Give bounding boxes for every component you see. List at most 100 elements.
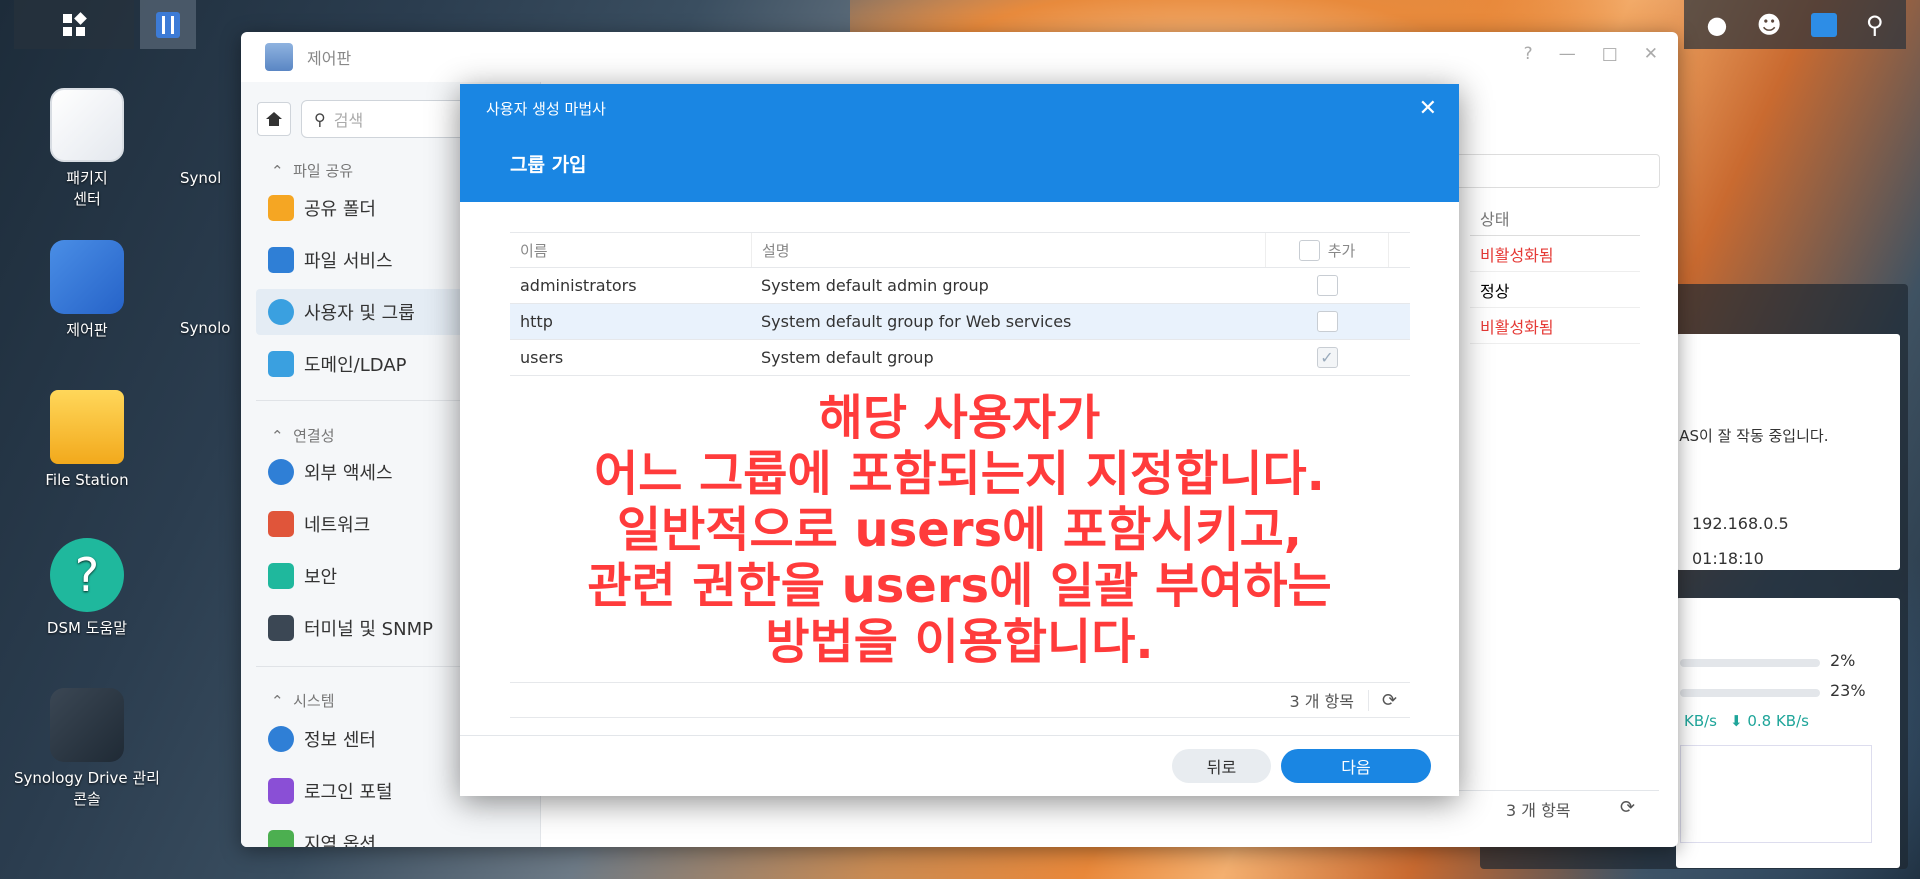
back-button[interactable]: 뒤로 [1172,749,1271,783]
annotation-line: 관련 권한을 users에 일괄 부여하는 [587,558,1332,614]
section-header-connectivity[interactable]: ⌃ 연결성 [271,425,335,446]
table-row[interactable]: administrators System default admin grou… [510,268,1410,304]
checkmark-icon: ✓ [1320,348,1334,367]
sidebar-item-label: 터미널 및 SNMP [304,619,433,640]
minimize-icon[interactable]: — [1559,44,1576,64]
help-icon[interactable]: ? [1524,44,1533,64]
synology-drive-icon [50,688,124,762]
desktop-icon-partial[interactable]: Synolo [180,318,240,339]
wizard-title: 그룹 가입 [510,154,587,176]
annotation-line: 방법을 이용합니다. [765,614,1154,670]
column-header-description[interactable]: 설명 [751,233,1265,267]
section-header-system[interactable]: ⌃ 시스템 [271,690,335,711]
group-description: System default admin group [761,276,989,295]
desktop-icon-file-station[interactable]: File Station [12,390,162,491]
upload-speed: KB/s [1684,712,1717,730]
home-button[interactable] [257,102,291,136]
column-header-label: 상태 [1480,209,1510,229]
file-services-icon [268,247,294,273]
maximize-icon[interactable]: □ [1602,44,1618,64]
window-titlebar[interactable]: 제어판 [241,32,1678,82]
section-header-file-sharing[interactable]: ⌃ 파일 공유 [271,160,353,181]
widget-icon[interactable] [1810,12,1837,37]
network-icon [268,511,294,537]
add-checkbox[interactable] [1316,275,1338,296]
table-row[interactable]: users System default group ✓ [510,340,1410,376]
desktop-icon-package-center[interactable]: 패키지 센터 [12,88,162,210]
column-header-add[interactable]: 추가 [1265,233,1389,267]
control-panel-icon [265,43,293,71]
chat-icon[interactable]: ● [1707,11,1728,39]
desktop-icon-synology-drive[interactable]: Synology Drive 관리 콘솔 [12,688,162,810]
help-icon: ? [50,538,124,612]
desktop-icon-label: DSM 도움말 [46,619,128,637]
add-checkbox[interactable] [1316,311,1338,332]
main-menu-button[interactable] [14,0,134,49]
table-search-input[interactable] [1455,154,1660,188]
close-icon[interactable]: ✕ [1644,44,1658,64]
info-icon [268,726,294,752]
desktop-icon-dsm-help[interactable]: ? DSM 도움말 [12,538,162,639]
column-header-status[interactable]: 상태 [1470,200,1640,236]
group-description: System default group for Web services [761,312,1072,331]
desktop-icon-label: Synolo [180,319,231,337]
annotation-overlay: 해당 사용자가 어느 그룹에 포함되는지 지정합니다. 일반적으로 users에… [460,390,1459,670]
download-speed: ⬇ 0.8 KB/s [1730,712,1809,730]
health-status-text: NAS이 잘 작동 중입니다. [1668,427,1829,445]
health-card [1676,334,1900,570]
folder-icon [268,195,294,221]
desktop-icon-label: 패키지 센터 [66,169,108,208]
item-count: 3 개 항목 [1289,692,1354,711]
status-text: 비활성화됨 [1480,317,1554,337]
table-header: 이름 설명 추가 [510,232,1410,268]
sidebar-item-label: 도메인/LDAP [304,355,407,376]
annotation-line: 일반적으로 users에 포함시키고, [617,502,1302,558]
ram-value: 23% [1830,681,1866,700]
users-icon [268,299,294,325]
package-center-icon [50,88,124,162]
desktop-icon-label: File Station [45,471,129,489]
table-footer: 3 개 항목 ⟳ [510,682,1410,718]
desktop-icon-label: Synol [180,169,222,187]
wizard-header: 사용자 생성 마법사 그룹 가입 ✕ [460,84,1459,202]
ram-bar [1680,689,1820,697]
uptime: 01:18:10 [1692,549,1764,568]
desktop-icon-partial[interactable]: Synol [180,168,240,189]
user-icon[interactable]: ☻ [1757,11,1782,39]
table-row[interactable]: http System default group for Web servic… [510,304,1410,340]
group-description: System default group [761,348,934,367]
status-cell: 비활성화됨 [1470,308,1640,344]
taskbar-control-panel-button[interactable] [140,0,196,49]
refresh-icon[interactable]: ⟳ [1620,797,1635,818]
search-placeholder: 검색 [333,111,364,130]
item-count: 3 개 항목 [1506,801,1571,820]
status-text: 비활성화됨 [1480,245,1554,265]
wizard-subtitle: 사용자 생성 마법사 [486,100,606,118]
login-portal-icon [268,778,294,804]
close-icon[interactable]: ✕ [1419,96,1437,121]
column-header-name[interactable]: 이름 [510,240,751,261]
section-title: 파일 공유 [293,162,354,180]
external-access-icon [268,459,294,485]
home-icon [266,112,282,126]
group-name: administrators [520,276,637,295]
select-all-checkbox[interactable] [1298,239,1320,261]
group-table: 이름 설명 추가 administrators System default a… [510,232,1410,376]
window-controls: ? — □ ✕ [1524,44,1658,64]
search-icon[interactable]: ⚲ [1866,11,1884,39]
desktop-icon-control-panel[interactable]: 제어판 [12,240,162,341]
next-button[interactable]: 다음 [1281,749,1431,783]
section-title: 연결성 [293,427,335,445]
sidebar-item-label: 정보 센터 [304,730,376,751]
sidebar-item-label: 사용자 및 그룹 [304,303,415,324]
window-title: 제어판 [307,49,352,68]
refresh-icon[interactable]: ⟳ [1368,689,1410,711]
sidebar-item-label: 공유 폴더 [304,199,376,220]
section-title: 시스템 [293,692,335,710]
sidebar-item-label: 보안 [304,567,338,588]
sidebar-item-regional-options[interactable]: 지역 옵션 [256,820,536,847]
add-checkbox-checked[interactable]: ✓ [1316,347,1338,368]
grid-icon [63,11,87,36]
sidebar-item-label: 외부 액세스 [304,463,393,484]
folder-icon [50,390,124,464]
